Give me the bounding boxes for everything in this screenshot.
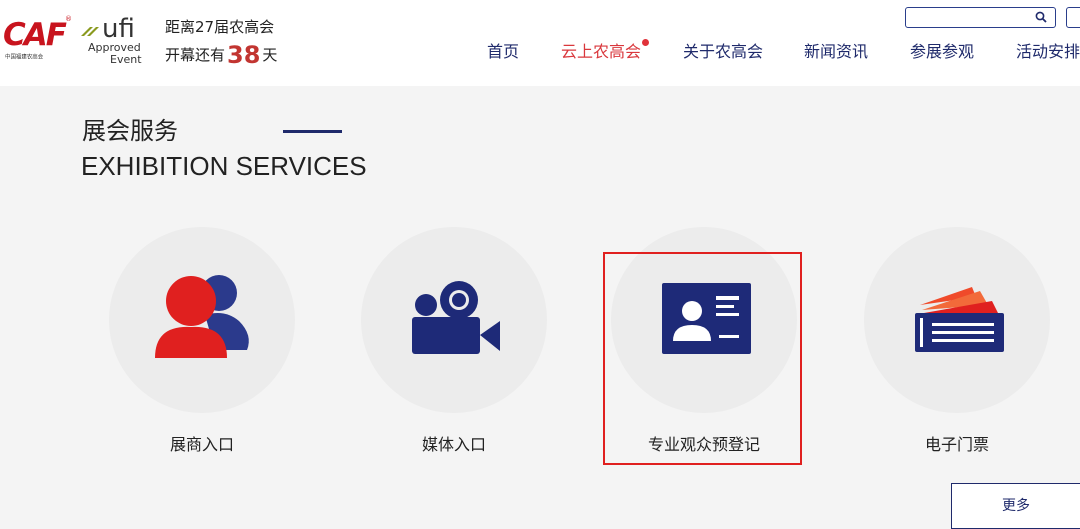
service-label: 媒体入口: [421, 435, 486, 454]
countdown-title: 距离27届农高会: [165, 18, 275, 36]
ufi-swoosh-icon: [81, 27, 99, 36]
section-subtitle: EXHIBITION SERVICES: [81, 151, 367, 181]
language-button[interactable]: [1066, 7, 1080, 28]
nav-item-news[interactable]: 新闻资讯: [804, 40, 868, 64]
service-label: 展商入口: [169, 435, 234, 454]
registered-mark-icon: ®: [65, 15, 72, 23]
title-divider: [283, 130, 342, 133]
exhibitor-icon: [155, 275, 249, 358]
nav-item-about[interactable]: 关于农高会: [683, 40, 763, 64]
id-card-icon: [662, 283, 751, 354]
nav-item-exhibit-visit[interactable]: 参展参观: [910, 40, 974, 64]
search-icon[interactable]: [1035, 11, 1047, 23]
nav-item-home[interactable]: 首页: [487, 40, 519, 64]
video-camera-icon: [412, 281, 500, 354]
nav-item-label: 云上农高会: [561, 42, 642, 61]
section-title: 展会服务: [82, 117, 178, 145]
service-label: 专业观众预登记: [647, 435, 760, 454]
more-button[interactable]: 更多: [951, 483, 1080, 529]
nav-item-activities[interactable]: 活动安排: [1016, 40, 1080, 64]
main-nav: 首页 云上农高会 关于农高会 新闻资讯 参展参观 活动安排: [0, 39, 1080, 64]
service-card-media[interactable]: 媒体入口: [359, 225, 549, 465]
search-input[interactable]: [905, 7, 1056, 28]
service-card-visitor-registration[interactable]: 专业观众预登记: [609, 225, 799, 465]
service-card-eticket[interactable]: 电子门票: [862, 225, 1052, 465]
nav-item-cloud-fair[interactable]: 云上农高会: [561, 39, 650, 64]
notification-dot-icon: [642, 39, 650, 46]
service-label: 电子门票: [924, 435, 989, 454]
service-card-exhibitor[interactable]: 展商入口: [107, 225, 297, 465]
site-header: CAF ® 中国福建农高会 ufi Approved Event 距离27届农高…: [0, 0, 1080, 86]
ticket-icon: [915, 287, 1004, 352]
